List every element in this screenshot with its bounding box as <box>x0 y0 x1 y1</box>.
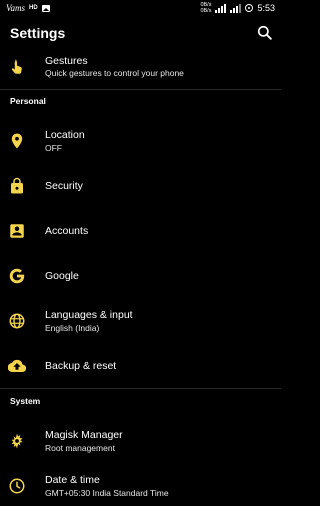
cloud-upload-icon <box>8 359 26 373</box>
image-notification-icon <box>41 4 50 12</box>
magisk-icon <box>11 433 23 449</box>
google-title: Google <box>45 270 79 282</box>
page-title: Settings <box>10 25 66 41</box>
settings-item-gestures[interactable]: Gestures Quick gestures to control your … <box>0 49 281 89</box>
signal-icon-2 <box>230 3 242 13</box>
section-header-personal: Personal <box>10 96 46 106</box>
section-header-system: System <box>10 396 41 406</box>
settings-item-backup[interactable]: Backup & reset <box>0 346 281 386</box>
settings-item-date-time[interactable]: Date & time GMT+05:30 India Standard Tim… <box>0 466 281 506</box>
settings-item-languages[interactable]: Languages & input English (India) <box>0 301 281 341</box>
clock-icon <box>9 478 25 494</box>
gesture-hand-icon <box>11 59 22 74</box>
magisk-title: Magisk Manager <box>45 429 123 441</box>
accounts-title: Accounts <box>45 225 89 237</box>
settings-item-location[interactable]: Location OFF <box>0 121 281 161</box>
languages-title: Languages & input <box>45 309 133 321</box>
clock: 5:53 <box>257 3 275 13</box>
date-time-title: Date & time <box>45 474 100 486</box>
gestures-title: Gestures <box>45 55 88 67</box>
account-box-icon <box>10 224 24 238</box>
app-bar: Settings <box>0 17 281 49</box>
backup-title: Backup & reset <box>45 360 117 372</box>
settings-item-security[interactable]: Security <box>0 166 281 206</box>
divider <box>0 388 281 389</box>
lock-icon <box>11 177 23 194</box>
globe-icon <box>9 313 25 329</box>
network-speed: 0B/s 0B/s <box>200 2 211 14</box>
status-bar: Vams HD 0B/s 0B/s 5:53 <box>0 0 281 17</box>
hd-indicator: HD <box>29 5 38 11</box>
google-icon <box>9 268 25 284</box>
settings-item-accounts[interactable]: Accounts <box>0 211 281 251</box>
battery-icon <box>245 4 254 12</box>
signal-icon <box>215 3 227 13</box>
magisk-subtitle: Root management <box>45 443 115 453</box>
languages-subtitle: English (India) <box>45 323 100 333</box>
gestures-subtitle: Quick gestures to control your phone <box>45 68 184 78</box>
settings-item-google[interactable]: Google <box>0 256 281 296</box>
download-speed: 0B/s <box>200 8 212 14</box>
divider <box>0 89 281 90</box>
search-icon[interactable] <box>255 23 275 43</box>
settings-item-magisk[interactable]: Magisk Manager Root management <box>0 421 281 461</box>
carrier-name: Vams <box>6 3 26 13</box>
location-pin-icon <box>11 133 23 149</box>
date-time-subtitle: GMT+05:30 India Standard Time <box>45 488 169 498</box>
security-title: Security <box>45 180 83 192</box>
location-subtitle: OFF <box>45 143 62 153</box>
location-title: Location <box>45 129 85 141</box>
